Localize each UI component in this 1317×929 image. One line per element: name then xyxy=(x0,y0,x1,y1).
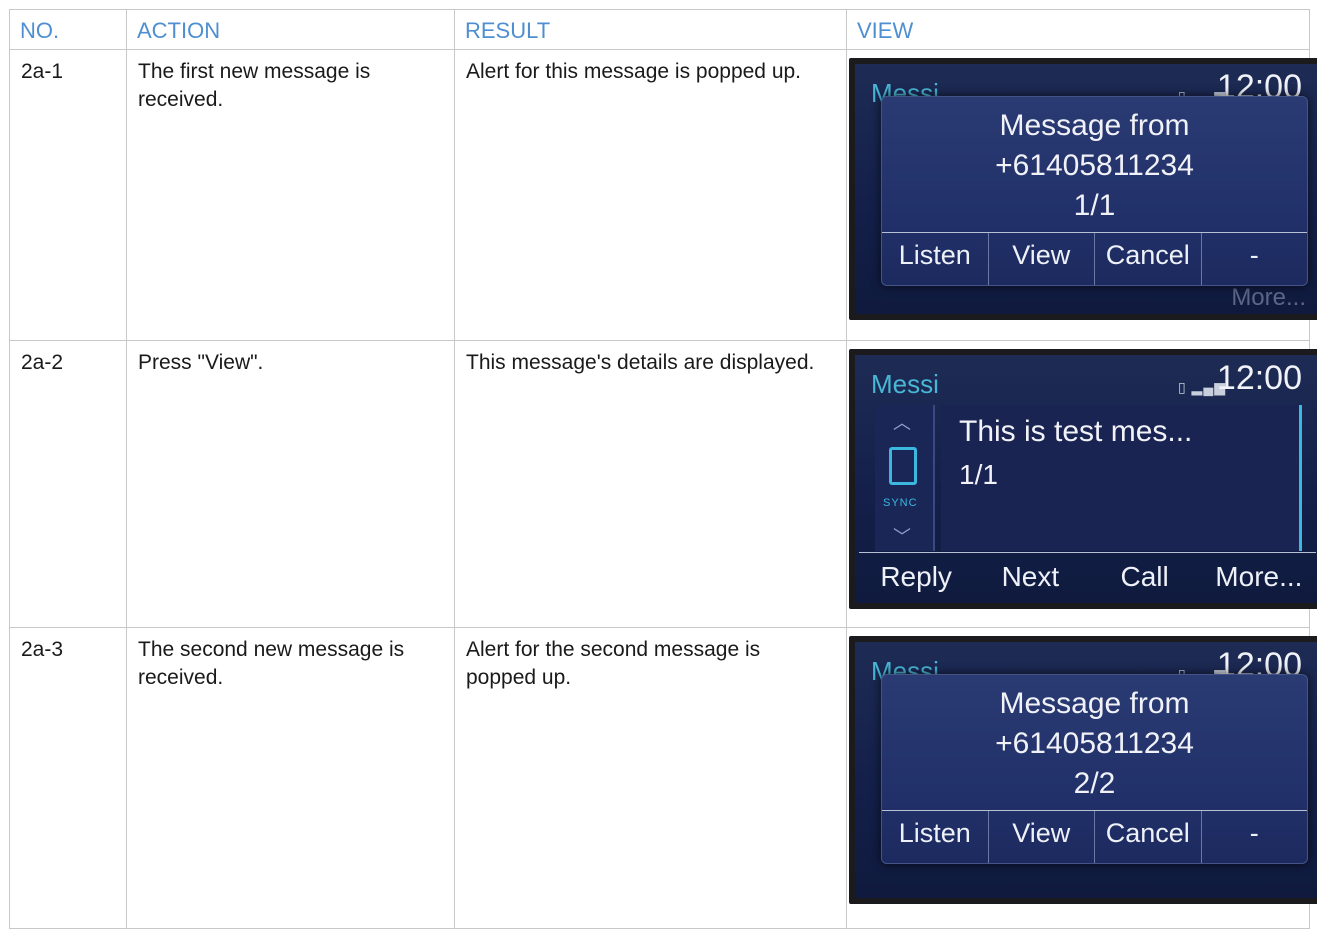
ghost-softkey: More... xyxy=(1231,284,1306,311)
message-alert-popup: Message from +61405811234 2/2 Listen Vie… xyxy=(881,674,1308,864)
head-unit-screen: Messi ▯ ▂▄▆ 12:00 ︿ SYNC ﹀ This is test … xyxy=(849,349,1317,609)
softkey-call[interactable]: Call xyxy=(1088,553,1202,601)
screen-clock: 12:00 xyxy=(1216,359,1302,397)
softkey-listen[interactable]: Listen xyxy=(882,233,988,285)
popup-sender: +61405811234 xyxy=(995,727,1194,760)
col-header-action: ACTION xyxy=(126,9,455,50)
col-header-result: RESULT xyxy=(454,9,847,50)
message-icon xyxy=(889,447,917,485)
popup-count: 1/1 xyxy=(1073,189,1116,222)
softkey-empty[interactable]: - xyxy=(1200,811,1308,863)
softkey-listen[interactable]: Listen xyxy=(882,811,988,863)
step-result: Alert for the second message is popped u… xyxy=(454,627,847,929)
step-view: Messi ▯ ▂▄▆ 12:00 ︿ SYNC ﹀ This is test … xyxy=(846,340,1317,628)
step-action: Press "View". xyxy=(126,340,455,628)
step-number: 2a-1 xyxy=(9,49,127,341)
softkey-reply[interactable]: Reply xyxy=(859,553,973,601)
screen-title: Messi xyxy=(871,369,939,399)
table-row: 2a-2 Press "View". This message's detail… xyxy=(9,340,1317,628)
message-text: This is test mes... xyxy=(959,415,1193,448)
softkey-cancel[interactable]: Cancel xyxy=(1094,811,1201,863)
popup-title: Message from xyxy=(999,687,1190,720)
col-header-view: VIEW xyxy=(846,9,1310,50)
step-action: The second new message is received. xyxy=(126,627,455,929)
step-number: 2a-3 xyxy=(9,627,127,929)
test-steps-table: NO. ACTION RESULT VIEW 2a-1 The first ne… xyxy=(9,9,1317,929)
softkey-next[interactable]: Next xyxy=(973,553,1087,601)
softkey-bar: Reply Next Call More... xyxy=(859,552,1316,601)
softkey-empty[interactable]: - xyxy=(1200,233,1308,285)
table-row: 2a-3 The second new message is received.… xyxy=(9,627,1317,929)
softkey-bar: Listen View Cancel - xyxy=(882,810,1307,863)
softkey-bar: Listen View Cancel - xyxy=(882,232,1307,285)
softkey-more[interactable]: More... xyxy=(1202,553,1316,601)
head-unit-screen: Messi ▯ ▂▄▆ 12:00 More... Message from +… xyxy=(849,58,1317,320)
step-result: This message's details are displayed. xyxy=(454,340,847,628)
softkey-view[interactable]: View xyxy=(987,811,1095,863)
step-view: Messi ▯ ▂▄▆ 12:00 More... Message from +… xyxy=(846,49,1317,341)
col-header-no: NO. xyxy=(9,9,127,50)
message-alert-popup: Message from +61405811234 1/1 Listen Vie… xyxy=(881,96,1308,286)
step-action: The first new message is received. xyxy=(126,49,455,341)
message-body: This is test mes... 1/1 xyxy=(941,405,1302,551)
softkey-view[interactable]: View xyxy=(987,233,1095,285)
header-row: NO. ACTION RESULT VIEW xyxy=(9,9,1310,50)
popup-title: Message from xyxy=(999,109,1190,142)
head-unit-screen: Messi ▯ ▂▄▆ 12:00 Message from +61405811… xyxy=(849,636,1317,904)
popup-count: 2/2 xyxy=(1073,767,1116,800)
step-view: Messi ▯ ▂▄▆ 12:00 Message from +61405811… xyxy=(846,627,1317,929)
table-row: 2a-1 The first new message is received. … xyxy=(9,49,1317,341)
sync-logo: SYNC xyxy=(883,497,918,509)
scroll-down-icon[interactable]: ﹀ xyxy=(893,523,911,549)
scroll-up-icon[interactable]: ︿ xyxy=(893,409,911,435)
step-result: Alert for this message is popped up. xyxy=(454,49,847,341)
popup-sender: +61405811234 xyxy=(995,149,1194,182)
sync-side-panel: ︿ SYNC ﹀ xyxy=(875,405,935,551)
message-count: 1/1 xyxy=(959,459,998,490)
step-number: 2a-2 xyxy=(9,340,127,628)
softkey-cancel[interactable]: Cancel xyxy=(1094,233,1201,285)
